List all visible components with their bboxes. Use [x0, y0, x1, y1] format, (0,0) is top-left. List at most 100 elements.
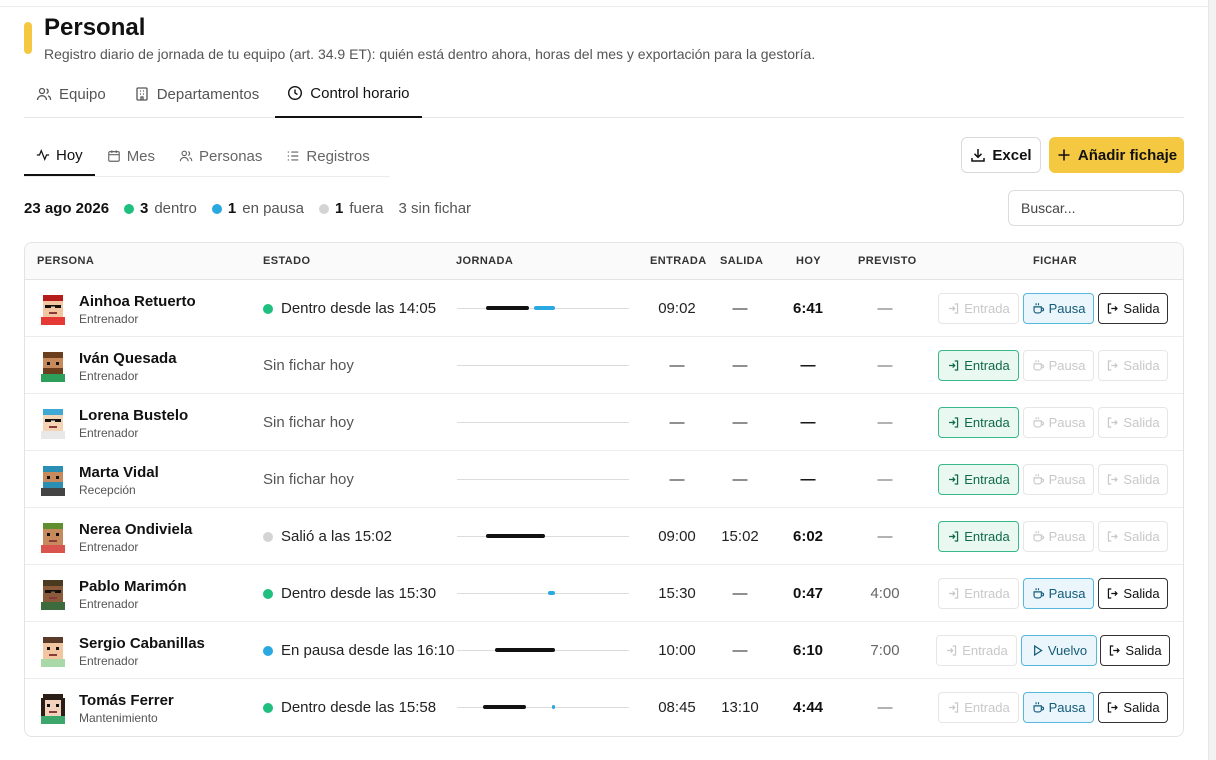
status-dot: [263, 702, 273, 713]
table-row: Pablo Marimón Entrenador Dentro desde las …: [25, 565, 1183, 622]
entrada-button[interactable]: Entrada: [938, 692, 1019, 723]
previsto-cell: —: [877, 300, 893, 317]
coffee-icon: [1033, 474, 1044, 485]
coffee-icon: [1033, 702, 1044, 713]
tab-label: Departamentos: [156, 85, 260, 103]
pause-button[interactable]: Pausa: [1023, 521, 1094, 552]
login-icon: [949, 588, 959, 599]
avatar: [41, 580, 65, 610]
salida-button[interactable]: Salida: [1098, 407, 1168, 438]
tab-departamentos[interactable]: Departamentos: [122, 70, 272, 118]
hoy-cell: 6:10: [792, 642, 824, 659]
pause-button[interactable]: Pausa: [1023, 692, 1094, 723]
resume-button[interactable]: Vuelvo: [1021, 635, 1097, 666]
salida-cell: —: [732, 471, 748, 488]
salida-button[interactable]: Salida: [1098, 293, 1168, 324]
pause-segment: [552, 705, 556, 709]
person-name: Iván Quesada: [79, 350, 177, 367]
list-icon: [288, 151, 299, 161]
subtab-registros[interactable]: Registros: [274, 136, 381, 176]
salida-button[interactable]: Salida: [1098, 692, 1168, 723]
tab-equipo[interactable]: Equipo: [24, 70, 118, 118]
export-excel-button[interactable]: Excel: [961, 137, 1041, 173]
col-jornada: JORNADA: [456, 255, 514, 267]
pause-segment: [548, 591, 556, 595]
subtab-hoy[interactable]: Hoy: [24, 136, 95, 176]
salida-button[interactable]: Salida: [1098, 464, 1168, 495]
search-input[interactable]: [1008, 190, 1184, 226]
salida-cell: —: [732, 585, 748, 602]
previsto-cell: —: [877, 528, 893, 545]
subtab-label: Personas: [199, 147, 263, 165]
table-row: Sergio Cabanillas Entrenador En pausa desd…: [25, 622, 1183, 679]
salida-cell: 15:02: [721, 528, 759, 545]
avatar: [41, 409, 65, 439]
hoy-cell: —: [800, 414, 816, 431]
salida-button[interactable]: Salida: [1098, 350, 1168, 381]
stat-pause: 1 en pausa: [211, 200, 304, 217]
person-name: Nerea Ondiviela: [79, 521, 193, 538]
hoy-cell: 0:47: [792, 585, 824, 602]
entrada-button[interactable]: Entrada: [938, 407, 1019, 438]
previsto-cell: 4:00: [870, 585, 900, 602]
salida-button[interactable]: Salida: [1098, 578, 1168, 609]
play-icon: [1033, 644, 1043, 657]
pause-dot: [211, 203, 222, 214]
subtab-mes[interactable]: Mes: [95, 136, 167, 176]
entrada-button[interactable]: Entrada: [938, 521, 1019, 552]
table-header: PERSONA ESTADO JORNADA ENTRADA SALIDA HO…: [25, 243, 1183, 280]
person-role: Mantenimiento: [79, 711, 158, 725]
subtab-label: Registros: [306, 147, 370, 165]
pause-button[interactable]: Pausa: [1023, 578, 1094, 609]
entrada-button[interactable]: Entrada: [938, 350, 1019, 381]
logout-icon: [1108, 474, 1119, 485]
users-icon: [179, 150, 193, 162]
entrada-button[interactable]: Entrada: [936, 635, 1017, 666]
main-tabs: Equipo Departamentos Control horario: [24, 70, 1184, 118]
table-row: Nerea Ondiviela Entrenador Salió a las 15:…: [25, 508, 1183, 565]
salida-cell: —: [732, 300, 748, 317]
salida-button[interactable]: Salida: [1100, 635, 1170, 666]
entrada-cell: —: [669, 471, 685, 488]
salida-cell: —: [732, 357, 748, 374]
scrollbar[interactable]: [1208, 0, 1216, 760]
work-segment: [486, 306, 530, 310]
subtab-label: Mes: [126, 147, 156, 165]
coffee-icon: [1033, 303, 1044, 314]
workday-timeline: [457, 306, 629, 310]
subtab-label: Hoy: [56, 146, 83, 164]
download-icon: [971, 149, 986, 162]
tab-control-horario[interactable]: Control horario: [275, 70, 422, 118]
calendar-icon: [107, 150, 120, 162]
entrada-button[interactable]: Entrada: [938, 464, 1019, 495]
salida-button[interactable]: Salida: [1098, 521, 1168, 552]
current-date: 23 ago 2026: [24, 200, 110, 217]
workday-timeline: [457, 365, 629, 366]
pause-button[interactable]: Pausa: [1023, 293, 1094, 324]
avatar: [41, 637, 65, 667]
hoy-cell: 4:44: [792, 699, 824, 716]
previsto-cell: —: [877, 699, 893, 716]
add-clock-entry-label: Añadir fichaje: [1077, 146, 1178, 164]
pause-button[interactable]: Pausa: [1023, 350, 1094, 381]
col-persona: PERSONA: [37, 255, 95, 267]
previsto-cell: —: [877, 414, 893, 431]
logout-icon: [1108, 588, 1119, 599]
col-previsto: PREVISTO: [858, 255, 917, 267]
entrada-button[interactable]: Entrada: [938, 293, 1019, 324]
entrada-button[interactable]: Entrada: [938, 578, 1019, 609]
attendance-table: PERSONA ESTADO JORNADA ENTRADA SALIDA HO…: [24, 242, 1184, 737]
pause-button[interactable]: Pausa: [1023, 464, 1094, 495]
status-dot: [263, 588, 273, 599]
workday-timeline: [457, 479, 629, 480]
workday-timeline: [457, 591, 629, 595]
pause-button[interactable]: Pausa: [1023, 407, 1094, 438]
add-clock-entry-button[interactable]: Añadir fichaje: [1049, 137, 1184, 173]
plus-icon: [1058, 149, 1070, 161]
avatar: [41, 295, 65, 325]
tab-label: Control horario: [310, 84, 410, 102]
status-text: Sin fichar hoy: [263, 414, 354, 431]
subtab-personas[interactable]: Personas: [167, 136, 274, 176]
users-icon: [36, 87, 52, 101]
person-name: Lorena Bustelo: [79, 407, 189, 424]
